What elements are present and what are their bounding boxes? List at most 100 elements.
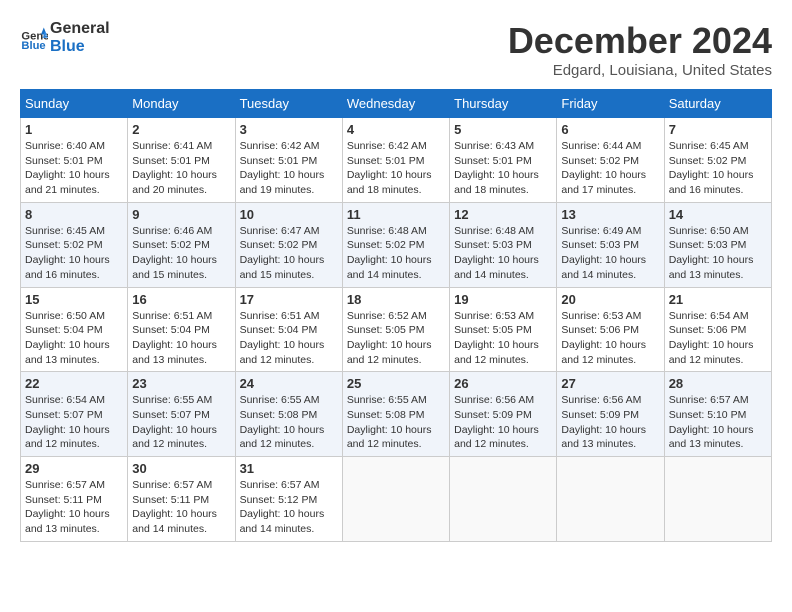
- day-info: Sunrise: 6:48 AM Sunset: 5:02 PM Dayligh…: [347, 224, 445, 283]
- day-number: 26: [454, 376, 552, 391]
- day-number: 2: [132, 122, 230, 137]
- day-number: 17: [240, 292, 338, 307]
- calendar-cell: 24 Sunrise: 6:55 AM Sunset: 5:08 PM Dayl…: [235, 372, 342, 457]
- calendar-week-1: 1 Sunrise: 6:40 AM Sunset: 5:01 PM Dayli…: [21, 118, 772, 203]
- calendar-cell: 16 Sunrise: 6:51 AM Sunset: 5:04 PM Dayl…: [128, 287, 235, 372]
- day-number: 22: [25, 376, 123, 391]
- day-info: Sunrise: 6:53 AM Sunset: 5:06 PM Dayligh…: [561, 309, 659, 368]
- day-info: Sunrise: 6:50 AM Sunset: 5:04 PM Dayligh…: [25, 309, 123, 368]
- day-info: Sunrise: 6:45 AM Sunset: 5:02 PM Dayligh…: [669, 139, 767, 198]
- calendar-cell: 1 Sunrise: 6:40 AM Sunset: 5:01 PM Dayli…: [21, 118, 128, 203]
- day-info: Sunrise: 6:49 AM Sunset: 5:03 PM Dayligh…: [561, 224, 659, 283]
- calendar-week-3: 15 Sunrise: 6:50 AM Sunset: 5:04 PM Dayl…: [21, 287, 772, 372]
- day-info: Sunrise: 6:51 AM Sunset: 5:04 PM Dayligh…: [240, 309, 338, 368]
- day-info: Sunrise: 6:45 AM Sunset: 5:02 PM Dayligh…: [25, 224, 123, 283]
- day-info: Sunrise: 6:57 AM Sunset: 5:11 PM Dayligh…: [25, 478, 123, 537]
- day-of-week-monday: Monday: [128, 90, 235, 118]
- day-of-week-sunday: Sunday: [21, 90, 128, 118]
- day-info: Sunrise: 6:57 AM Sunset: 5:11 PM Dayligh…: [132, 478, 230, 537]
- day-number: 1: [25, 122, 123, 137]
- day-info: Sunrise: 6:48 AM Sunset: 5:03 PM Dayligh…: [454, 224, 552, 283]
- calendar-week-4: 22 Sunrise: 6:54 AM Sunset: 5:07 PM Dayl…: [21, 372, 772, 457]
- calendar-cell: 7 Sunrise: 6:45 AM Sunset: 5:02 PM Dayli…: [664, 118, 771, 203]
- day-info: Sunrise: 6:42 AM Sunset: 5:01 PM Dayligh…: [347, 139, 445, 198]
- day-number: 19: [454, 292, 552, 307]
- day-info: Sunrise: 6:55 AM Sunset: 5:07 PM Dayligh…: [132, 393, 230, 452]
- day-info: Sunrise: 6:56 AM Sunset: 5:09 PM Dayligh…: [454, 393, 552, 452]
- day-number: 9: [132, 207, 230, 222]
- day-info: Sunrise: 6:54 AM Sunset: 5:06 PM Dayligh…: [669, 309, 767, 368]
- calendar-cell: 25 Sunrise: 6:55 AM Sunset: 5:08 PM Dayl…: [342, 372, 449, 457]
- day-number: 27: [561, 376, 659, 391]
- calendar-week-2: 8 Sunrise: 6:45 AM Sunset: 5:02 PM Dayli…: [21, 202, 772, 287]
- day-info: Sunrise: 6:41 AM Sunset: 5:01 PM Dayligh…: [132, 139, 230, 198]
- day-info: Sunrise: 6:43 AM Sunset: 5:01 PM Dayligh…: [454, 139, 552, 198]
- day-info: Sunrise: 6:55 AM Sunset: 5:08 PM Dayligh…: [240, 393, 338, 452]
- calendar-cell: 5 Sunrise: 6:43 AM Sunset: 5:01 PM Dayli…: [450, 118, 557, 203]
- day-of-week-saturday: Saturday: [664, 90, 771, 118]
- logo: General Blue General Blue: [20, 20, 110, 55]
- day-info: Sunrise: 6:53 AM Sunset: 5:05 PM Dayligh…: [454, 309, 552, 368]
- header: General Blue General Blue December 2024 …: [20, 20, 772, 79]
- calendar-cell: 30 Sunrise: 6:57 AM Sunset: 5:11 PM Dayl…: [128, 457, 235, 542]
- day-number: 13: [561, 207, 659, 222]
- day-info: Sunrise: 6:46 AM Sunset: 5:02 PM Dayligh…: [132, 224, 230, 283]
- calendar-cell: 9 Sunrise: 6:46 AM Sunset: 5:02 PM Dayli…: [128, 202, 235, 287]
- calendar-cell: [557, 457, 664, 542]
- day-number: 6: [561, 122, 659, 137]
- day-info: Sunrise: 6:51 AM Sunset: 5:04 PM Dayligh…: [132, 309, 230, 368]
- day-number: 24: [240, 376, 338, 391]
- day-number: 4: [347, 122, 445, 137]
- day-number: 10: [240, 207, 338, 222]
- calendar-cell: 12 Sunrise: 6:48 AM Sunset: 5:03 PM Dayl…: [450, 202, 557, 287]
- location: Edgard, Louisiana, United States: [508, 62, 772, 79]
- day-number: 5: [454, 122, 552, 137]
- day-number: 25: [347, 376, 445, 391]
- day-number: 8: [25, 207, 123, 222]
- day-of-week-friday: Friday: [557, 90, 664, 118]
- day-number: 12: [454, 207, 552, 222]
- month-title: December 2024: [508, 20, 772, 62]
- day-info: Sunrise: 6:56 AM Sunset: 5:09 PM Dayligh…: [561, 393, 659, 452]
- calendar-cell: 13 Sunrise: 6:49 AM Sunset: 5:03 PM Dayl…: [557, 202, 664, 287]
- calendar: SundayMondayTuesdayWednesdayThursdayFrid…: [20, 89, 772, 542]
- day-number: 21: [669, 292, 767, 307]
- calendar-week-5: 29 Sunrise: 6:57 AM Sunset: 5:11 PM Dayl…: [21, 457, 772, 542]
- day-number: 28: [669, 376, 767, 391]
- calendar-cell: 27 Sunrise: 6:56 AM Sunset: 5:09 PM Dayl…: [557, 372, 664, 457]
- day-number: 15: [25, 292, 123, 307]
- calendar-cell: 2 Sunrise: 6:41 AM Sunset: 5:01 PM Dayli…: [128, 118, 235, 203]
- calendar-cell: 18 Sunrise: 6:52 AM Sunset: 5:05 PM Dayl…: [342, 287, 449, 372]
- day-number: 3: [240, 122, 338, 137]
- calendar-cell: 10 Sunrise: 6:47 AM Sunset: 5:02 PM Dayl…: [235, 202, 342, 287]
- calendar-cell: 23 Sunrise: 6:55 AM Sunset: 5:07 PM Dayl…: [128, 372, 235, 457]
- calendar-cell: 15 Sunrise: 6:50 AM Sunset: 5:04 PM Dayl…: [21, 287, 128, 372]
- day-info: Sunrise: 6:42 AM Sunset: 5:01 PM Dayligh…: [240, 139, 338, 198]
- calendar-cell: 11 Sunrise: 6:48 AM Sunset: 5:02 PM Dayl…: [342, 202, 449, 287]
- calendar-cell: 31 Sunrise: 6:57 AM Sunset: 5:12 PM Dayl…: [235, 457, 342, 542]
- day-info: Sunrise: 6:40 AM Sunset: 5:01 PM Dayligh…: [25, 139, 123, 198]
- day-number: 18: [347, 292, 445, 307]
- calendar-cell: 29 Sunrise: 6:57 AM Sunset: 5:11 PM Dayl…: [21, 457, 128, 542]
- logo-general: General: [50, 20, 110, 38]
- calendar-header-row: SundayMondayTuesdayWednesdayThursdayFrid…: [21, 90, 772, 118]
- day-info: Sunrise: 6:52 AM Sunset: 5:05 PM Dayligh…: [347, 309, 445, 368]
- calendar-cell: [664, 457, 771, 542]
- day-number: 16: [132, 292, 230, 307]
- calendar-cell: 8 Sunrise: 6:45 AM Sunset: 5:02 PM Dayli…: [21, 202, 128, 287]
- logo-blue: Blue: [50, 38, 110, 56]
- day-number: 31: [240, 461, 338, 476]
- calendar-cell: 4 Sunrise: 6:42 AM Sunset: 5:01 PM Dayli…: [342, 118, 449, 203]
- day-info: Sunrise: 6:47 AM Sunset: 5:02 PM Dayligh…: [240, 224, 338, 283]
- day-info: Sunrise: 6:44 AM Sunset: 5:02 PM Dayligh…: [561, 139, 659, 198]
- day-info: Sunrise: 6:57 AM Sunset: 5:12 PM Dayligh…: [240, 478, 338, 537]
- logo-icon: General Blue: [20, 24, 48, 52]
- calendar-cell: 20 Sunrise: 6:53 AM Sunset: 5:06 PM Dayl…: [557, 287, 664, 372]
- day-number: 23: [132, 376, 230, 391]
- day-number: 20: [561, 292, 659, 307]
- calendar-cell: 6 Sunrise: 6:44 AM Sunset: 5:02 PM Dayli…: [557, 118, 664, 203]
- calendar-cell: 14 Sunrise: 6:50 AM Sunset: 5:03 PM Dayl…: [664, 202, 771, 287]
- day-of-week-wednesday: Wednesday: [342, 90, 449, 118]
- calendar-cell: 17 Sunrise: 6:51 AM Sunset: 5:04 PM Dayl…: [235, 287, 342, 372]
- calendar-cell: 3 Sunrise: 6:42 AM Sunset: 5:01 PM Dayli…: [235, 118, 342, 203]
